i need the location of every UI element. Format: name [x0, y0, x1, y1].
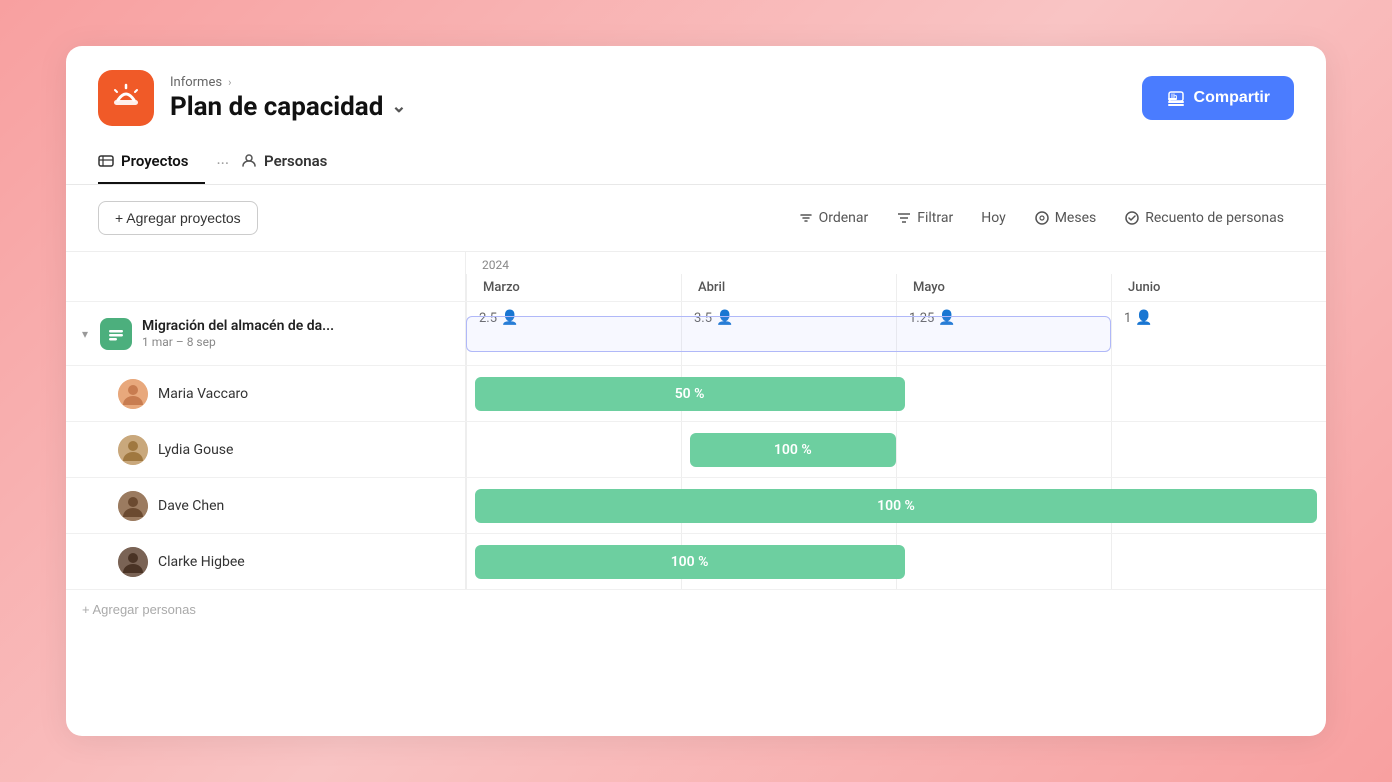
- sort-action[interactable]: Ordenar: [788, 204, 879, 232]
- tabs: Proyectos ··· Personas: [66, 142, 1326, 185]
- person-count-action[interactable]: Recuento de personas: [1114, 204, 1294, 232]
- breadcrumb-chevron-icon: ›: [228, 76, 231, 89]
- person-count-label: Recuento de personas: [1145, 210, 1284, 226]
- month-mayo: Mayo: [896, 274, 1111, 301]
- bar-maria[interactable]: 50 %: [475, 377, 905, 411]
- person-row-0: Maria Vaccaro 50 %: [66, 365, 1326, 421]
- sort-icon: [798, 210, 814, 226]
- capacity-value-3: 1: [1124, 311, 1131, 326]
- bar-label-0: 50 %: [675, 386, 705, 402]
- person-name-3: Clarke Higbee: [158, 554, 245, 570]
- filter-label: Filtrar: [917, 210, 953, 226]
- person-right-0: 50 %: [466, 366, 1326, 421]
- add-projects-label: + Agregar proyectos: [115, 210, 241, 226]
- month-abril: Abril: [681, 274, 896, 301]
- project-icon: [100, 318, 132, 350]
- person-row-2: Dave Chen 100 %: [66, 477, 1326, 533]
- title-area: Informes › Plan de capacidad ⌄: [170, 75, 406, 122]
- project-left-cell: ▾ Migración del almacén de da... 1 mar –…: [66, 302, 466, 365]
- filter-icon: [896, 210, 912, 226]
- tab-personas-label: Personas: [264, 152, 327, 170]
- collapse-icon[interactable]: ▾: [82, 327, 88, 341]
- person-name-1: Lydia Gouse: [158, 442, 233, 458]
- gantt-right-header: 2024 Marzo Abril Mayo Junio: [466, 252, 1326, 301]
- bar-label-2: 100 %: [877, 498, 915, 514]
- add-projects-button[interactable]: + Agregar proyectos: [98, 201, 258, 235]
- avatar-maria: [118, 379, 148, 409]
- gantt-wrapper: 2024 Marzo Abril Mayo Junio ▾: [66, 251, 1326, 629]
- title-chevron-icon[interactable]: ⌄: [391, 96, 406, 117]
- months-row: Marzo Abril Mayo Junio: [466, 274, 1326, 301]
- today-label: Hoy: [981, 210, 1006, 226]
- share-btn-label: Compartir: [1194, 89, 1270, 107]
- person-left-2: Dave Chen: [66, 478, 466, 533]
- person-row-1: Lydia Gouse 100 %: [66, 421, 1326, 477]
- project-outline-bar: [466, 316, 1111, 352]
- add-person-button[interactable]: + Agregar personas: [82, 602, 196, 617]
- tab-personas[interactable]: Personas: [241, 142, 343, 184]
- person-name-2: Dave Chen: [158, 498, 224, 514]
- bar-clarke[interactable]: 100 %: [475, 545, 905, 579]
- tab-proyectos-label: Proyectos: [121, 152, 189, 170]
- project-dates: 1 mar – 8 sep: [142, 335, 334, 349]
- app-icon: [98, 70, 154, 126]
- svg-text:lh: lh: [1171, 94, 1177, 101]
- main-card: Informes › Plan de capacidad ⌄ lh Compar…: [66, 46, 1326, 736]
- project-info: Migración del almacén de da... 1 mar – 8…: [142, 318, 334, 349]
- breadcrumb-text[interactable]: Informes: [170, 75, 222, 90]
- person-left-3: Clarke Higbee: [66, 534, 466, 589]
- person-count-icon: [1124, 210, 1140, 226]
- person-right-2: 100 %: [466, 478, 1326, 533]
- months-action[interactable]: Meses: [1024, 204, 1107, 232]
- bar-lydia[interactable]: 100 %: [690, 433, 896, 467]
- proyectos-icon: [98, 153, 114, 169]
- today-action[interactable]: Hoy: [971, 204, 1016, 232]
- gantt-left-header: [66, 252, 466, 301]
- page-title: Plan de capacidad ⌄: [170, 92, 406, 122]
- project-right-cell: 2.5 👤 3.5 👤 1.25 👤: [466, 302, 1326, 365]
- personas-icon: [241, 153, 257, 169]
- person-left-0: Maria Vaccaro: [66, 366, 466, 421]
- avatar-lydia: [118, 435, 148, 465]
- bar-label-3: 100 %: [671, 554, 709, 570]
- person-row-3: Clarke Higbee 100 %: [66, 533, 1326, 589]
- person-right-3: 100 %: [466, 534, 1326, 589]
- month-junio: Junio: [1111, 274, 1326, 301]
- tab-more-icon[interactable]: ···: [213, 154, 234, 173]
- person-icon-3: 👤: [1135, 310, 1152, 326]
- project-name: Migración del almacén de da...: [142, 318, 334, 334]
- bar-dave[interactable]: 100 %: [475, 489, 1318, 523]
- page-title-text: Plan de capacidad: [170, 92, 383, 122]
- tab-proyectos[interactable]: Proyectos: [98, 142, 205, 184]
- header: Informes › Plan de capacidad ⌄ lh Compar…: [66, 46, 1326, 126]
- person-left-1: Lydia Gouse: [66, 422, 466, 477]
- months-label: Meses: [1055, 210, 1097, 226]
- toolbar: + Agregar proyectos Ordenar Filtrar Hoy: [66, 185, 1326, 251]
- sort-label: Ordenar: [819, 210, 869, 226]
- add-person-row: + Agregar personas: [66, 589, 1326, 629]
- person-name-0: Maria Vaccaro: [158, 386, 248, 402]
- year-label: 2024: [466, 252, 1326, 274]
- breadcrumb: Informes ›: [170, 75, 406, 90]
- filter-action[interactable]: Filtrar: [886, 204, 963, 232]
- project-row: ▾ Migración del almacén de da... 1 mar –…: [66, 301, 1326, 365]
- person-right-1: 100 %: [466, 422, 1326, 477]
- add-person-label: + Agregar personas: [82, 602, 196, 617]
- capacity-3: 1 👤: [1112, 302, 1326, 334]
- bar-label-1: 100 %: [774, 442, 812, 458]
- share-button[interactable]: lh Compartir: [1142, 76, 1294, 120]
- avatar-clarke: [118, 547, 148, 577]
- avatar-dave: [118, 491, 148, 521]
- month-marzo: Marzo: [466, 274, 681, 301]
- project-month-3: 1 👤: [1111, 302, 1326, 365]
- header-left: Informes › Plan de capacidad ⌄: [98, 70, 406, 126]
- gantt-header: 2024 Marzo Abril Mayo Junio: [66, 251, 1326, 301]
- months-icon: [1034, 210, 1050, 226]
